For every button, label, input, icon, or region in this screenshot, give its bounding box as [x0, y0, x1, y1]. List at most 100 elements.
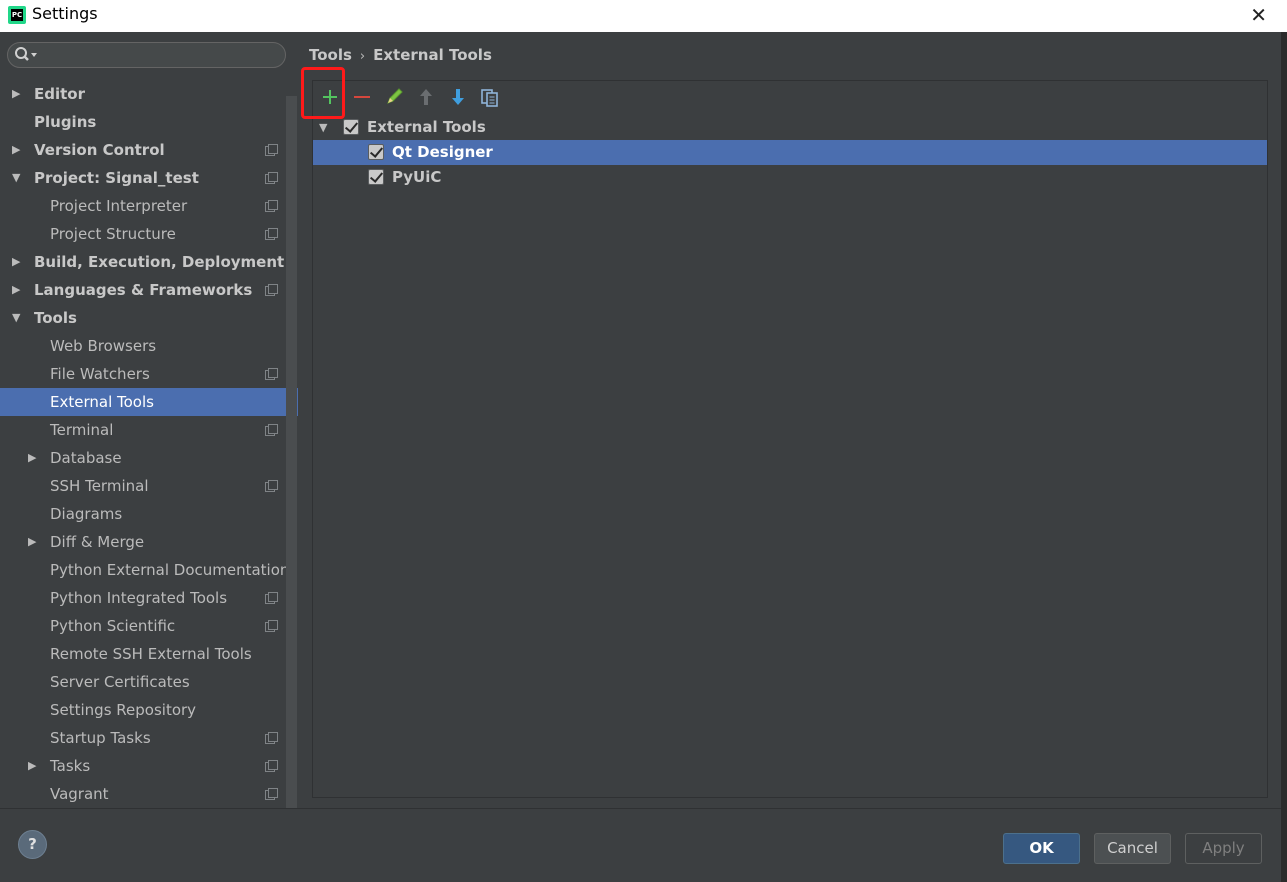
sidebar-item-label: Diagrams: [50, 505, 123, 523]
chevron-right-icon[interactable]: ▶: [28, 528, 36, 556]
search-icon[interactable]: [14, 46, 38, 68]
edit-icon: [387, 88, 403, 104]
project-level-icon: [265, 592, 278, 604]
sidebar-item-label: Python Scientific: [50, 617, 176, 635]
copy-button[interactable]: [477, 84, 503, 110]
external-tools-panel: ▼ External Tools Qt Designer PyUiC: [301, 67, 1268, 798]
chevron-down-icon[interactable]: ▼: [12, 304, 20, 332]
move-up-button[interactable]: [413, 84, 439, 110]
project-level-icon: [265, 760, 278, 772]
sidebar-item-diagrams[interactable]: Diagrams: [0, 500, 298, 528]
sidebar-item-build-execution-deployment[interactable]: ▶ Build, Execution, Deployment: [0, 248, 298, 276]
sidebar-item-label: Server Certificates: [50, 673, 190, 691]
qt-designer-checkbox[interactable]: [368, 144, 384, 160]
sidebar-item-label: Web Browsers: [50, 337, 157, 355]
breadcrumb-parent[interactable]: Tools: [309, 46, 352, 64]
close-icon[interactable]: ✕: [1250, 3, 1267, 27]
highlight-box: [301, 67, 345, 119]
sidebar-item-remote-ssh-external-tools[interactable]: Remote SSH External Tools: [0, 640, 298, 668]
sidebar-item-label: Project Structure: [50, 225, 176, 243]
tool-row-qt-designer[interactable]: Qt Designer: [313, 140, 1267, 165]
project-level-icon: [265, 284, 278, 296]
sidebar-item-tasks[interactable]: ▶ Tasks: [0, 752, 298, 780]
move-down-button[interactable]: [445, 84, 471, 110]
sidebar-item-external-tools[interactable]: External Tools: [0, 388, 298, 416]
sidebar-item-project-interpreter[interactable]: Project Interpreter: [0, 192, 298, 220]
app-icon-text: PC: [11, 9, 23, 21]
sidebar-item-label: Terminal: [50, 421, 114, 439]
sidebar-item-terminal[interactable]: Terminal: [0, 416, 298, 444]
sidebar-item-file-watchers[interactable]: File Watchers: [0, 360, 298, 388]
project-level-icon: [265, 620, 278, 632]
sidebar-item-python-integrated-tools[interactable]: Python Integrated Tools: [0, 584, 298, 612]
sidebar-item-label: Tools: [34, 309, 77, 327]
apply-button[interactable]: Apply: [1185, 833, 1262, 864]
settings-sidebar: ▶ Editor Plugins ▶ Version Control ▼ Project: …: [0, 32, 298, 808]
chevron-right-icon[interactable]: ▶: [12, 276, 20, 304]
cancel-button[interactable]: Cancel: [1094, 833, 1171, 864]
project-level-icon: [265, 788, 278, 800]
sidebar-item-label: Tasks: [50, 757, 91, 775]
project-level-icon: [265, 368, 278, 380]
sidebar-item-label: File Watchers: [50, 365, 150, 383]
sidebar-item-label: External Tools: [50, 393, 154, 411]
sidebar-item-version-control[interactable]: ▶ Version Control: [0, 136, 298, 164]
remove-button[interactable]: [349, 84, 375, 110]
search-box[interactable]: [7, 42, 286, 68]
copy-icon: [481, 89, 498, 107]
sidebar-scrollbar[interactable]: [286, 96, 297, 808]
tools-toolbar: [301, 67, 1267, 119]
breadcrumb: Tools › External Tools: [309, 46, 492, 64]
sidebar-item-label: Remote SSH External Tools: [50, 645, 252, 663]
window-title: Settings: [32, 4, 98, 23]
sidebar-item-label: Editor: [34, 85, 85, 103]
sidebar-item-startup-tasks[interactable]: Startup Tasks: [0, 724, 298, 752]
settings-tree: ▶ Editor Plugins ▶ Version Control ▼ Project: …: [0, 80, 298, 808]
tool-label: Qt Designer: [392, 143, 493, 161]
sidebar-item-database[interactable]: ▶ Database: [0, 444, 298, 472]
help-button[interactable]: ?: [18, 830, 47, 859]
search-input[interactable]: [42, 45, 280, 65]
pycharm-app-icon: PC: [8, 6, 26, 24]
tools-tree: ▼ External Tools Qt Designer PyUiC: [313, 115, 1267, 190]
chevron-right-icon[interactable]: ▶: [12, 80, 20, 108]
move-up-icon: [420, 89, 432, 105]
sidebar-item-project-structure[interactable]: Project Structure: [0, 220, 298, 248]
sidebar-item-tools[interactable]: ▼ Tools: [0, 304, 298, 332]
chevron-down-icon[interactable]: ▼: [12, 164, 20, 192]
sidebar-item-label: Python Integrated Tools: [50, 589, 228, 607]
breadcrumb-separator: ›: [359, 49, 366, 64]
sidebar-item-label: Settings Repository: [50, 701, 197, 719]
sidebar-item-server-certificates[interactable]: Server Certificates: [0, 668, 298, 696]
project-level-icon: [265, 200, 278, 212]
sidebar-item-ssh-terminal[interactable]: SSH Terminal: [0, 472, 298, 500]
sidebar-item-python-external-documentation[interactable]: Python External Documentation: [0, 556, 298, 584]
edit-button[interactable]: [381, 84, 407, 110]
ok-button[interactable]: OK: [1003, 833, 1080, 864]
chevron-right-icon[interactable]: ▶: [28, 444, 36, 472]
sidebar-item-python-scientific[interactable]: Python Scientific: [0, 612, 298, 640]
breadcrumb-current: External Tools: [373, 46, 492, 64]
group-checkbox[interactable]: [343, 119, 359, 135]
sidebar-item-project-signal-test[interactable]: ▼ Project: Signal_test: [0, 164, 298, 192]
sidebar-item-plugins[interactable]: Plugins: [0, 108, 298, 136]
sidebar-item-editor[interactable]: ▶ Editor: [0, 80, 298, 108]
tool-row-pyuic[interactable]: PyUiC: [313, 165, 1267, 190]
title-bar: PC Settings ✕: [0, 0, 1287, 32]
sidebar-item-vagrant[interactable]: Vagrant: [0, 780, 298, 808]
project-level-icon: [265, 228, 278, 240]
chevron-down-icon[interactable]: ▼: [319, 115, 327, 140]
sidebar-item-languages-frameworks[interactable]: ▶ Languages & Frameworks: [0, 276, 298, 304]
tools-group-row[interactable]: ▼ External Tools: [313, 115, 1267, 140]
sidebar-item-label: Project Interpreter: [50, 197, 188, 215]
pyuic-checkbox[interactable]: [368, 169, 384, 185]
sidebar-item-label: SSH Terminal: [50, 477, 149, 495]
chevron-right-icon[interactable]: ▶: [28, 752, 36, 780]
sidebar-item-settings-repository[interactable]: Settings Repository: [0, 696, 298, 724]
sidebar-item-web-browsers[interactable]: Web Browsers: [0, 332, 298, 360]
chevron-right-icon[interactable]: ▶: [12, 248, 20, 276]
tool-label: PyUiC: [392, 168, 442, 186]
sidebar-item-diff-merge[interactable]: ▶ Diff & Merge: [0, 528, 298, 556]
add-button[interactable]: [301, 67, 345, 119]
chevron-right-icon[interactable]: ▶: [12, 136, 20, 164]
